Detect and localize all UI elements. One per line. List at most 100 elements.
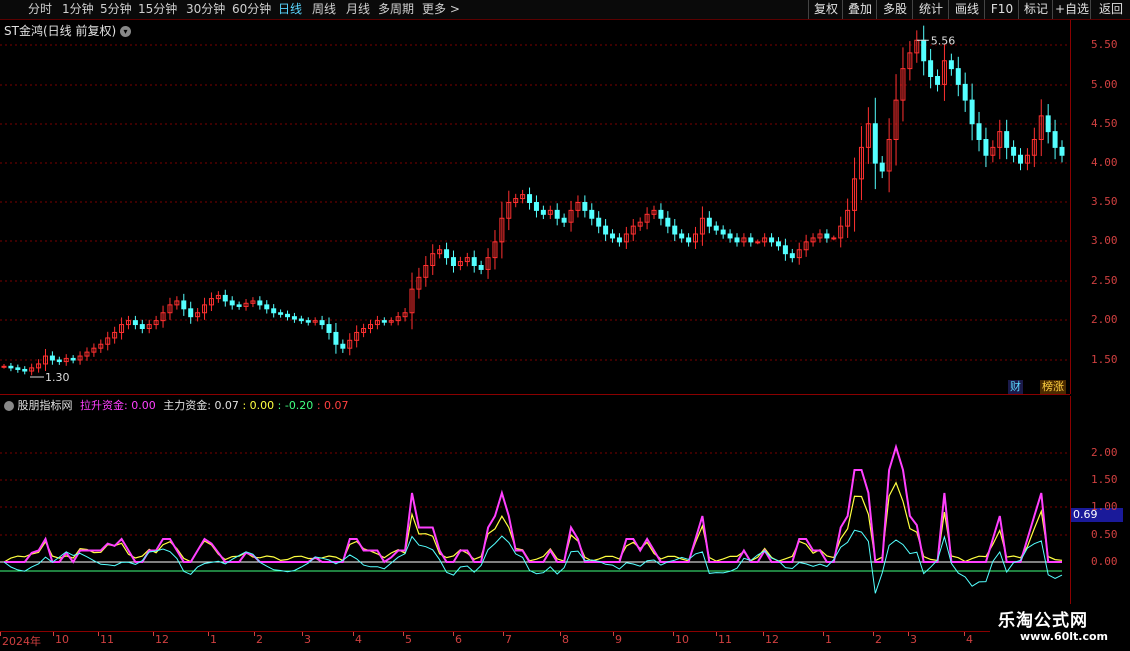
date-tick-label: 2: [256, 633, 263, 646]
candle-body: [222, 294, 228, 302]
candle-body: [229, 300, 235, 306]
candle-body: [285, 313, 291, 318]
date-tick: [53, 632, 54, 636]
candle-body: [969, 99, 975, 125]
date-axis: 2024年 10 11 12 1 2 3 4 5 6 7 8 9 10 11 12 1 2 3 4: [0, 631, 1130, 651]
candle-body: [478, 265, 484, 270]
candle-body: [132, 320, 138, 326]
date-tick: [403, 632, 404, 636]
candle-body: [554, 209, 560, 219]
price-tick-label: 1.50: [1091, 353, 1118, 366]
candle-body: [686, 237, 692, 243]
date-tick: [908, 632, 909, 636]
candle-body: [782, 245, 788, 255]
candle-body: [540, 209, 546, 215]
candle-body: [679, 233, 685, 239]
candle-body: [706, 217, 712, 227]
candle-body: [589, 209, 595, 219]
candle-body: [333, 331, 339, 345]
candle-body: [955, 68, 961, 85]
candle-body: [305, 320, 311, 323]
price-tick-label: 3.50: [1091, 195, 1118, 208]
watermark-url: www.60lt.com: [1020, 630, 1109, 643]
candle-body: [298, 318, 304, 322]
candle-body: [340, 343, 346, 349]
candle-body: [734, 237, 740, 243]
watermark: 乐淘公式网 www.60lt.com: [990, 604, 1130, 650]
candlestick-chart[interactable]: 5.56 1.30: [0, 0, 1070, 630]
date-tick-label: 12: [765, 633, 779, 646]
toolbar-button-8[interactable]: 返回: [1090, 0, 1130, 19]
date-tick-label: 3: [304, 633, 311, 646]
low-label: 1.30: [45, 371, 70, 384]
date-tick-label: 11: [100, 633, 114, 646]
date-tick: [153, 632, 154, 636]
rank-badge[interactable]: 榜涨: [1040, 380, 1066, 394]
finance-badge[interactable]: 财: [1008, 380, 1023, 394]
candle-body: [181, 300, 187, 310]
candle-body: [789, 253, 795, 259]
candle-body: [70, 357, 76, 361]
candle-body: [1045, 115, 1051, 133]
price-tick-label: 2.00: [1091, 313, 1118, 326]
date-tick-label: 4: [966, 633, 973, 646]
candle-body: [291, 316, 297, 320]
date-tick-label: 10: [675, 633, 689, 646]
candle-body: [748, 237, 754, 243]
candle-body: [450, 257, 456, 266]
date-tick-label: 11: [718, 633, 732, 646]
indicator-tick-label: 1.00: [1091, 500, 1118, 513]
date-tick: [763, 632, 764, 636]
date-tick: [254, 632, 255, 636]
candle-body: [471, 257, 477, 266]
price-tick-label: 3.00: [1091, 234, 1118, 247]
price-tick-label: 4.50: [1091, 117, 1118, 130]
candle-body: [326, 324, 332, 333]
candle-body: [976, 123, 982, 140]
candle-body: [257, 300, 263, 306]
date-tick: [503, 632, 504, 636]
date-tick: [98, 632, 99, 636]
date-tick: [208, 632, 209, 636]
candle-body: [727, 233, 733, 239]
candle-body: [49, 355, 55, 361]
candle-body: [720, 229, 726, 235]
date-tick: [353, 632, 354, 636]
candle-body: [672, 225, 678, 235]
candle-body: [56, 359, 62, 363]
date-tick: [613, 632, 614, 636]
candle-body: [8, 365, 14, 369]
date-tick: [673, 632, 674, 636]
candle-body: [236, 304, 242, 307]
indicator-tick-label: 1.50: [1091, 473, 1118, 486]
date-tick: [716, 632, 717, 636]
date-tick-label: 5: [405, 633, 412, 646]
candle-body: [769, 237, 775, 243]
date-tick: [0, 632, 1, 636]
date-tick-label: 9: [615, 633, 622, 646]
date-tick-label: 1: [210, 633, 217, 646]
date-tick: [453, 632, 454, 636]
price-tick-label: 2.50: [1091, 274, 1118, 287]
candle-body: [658, 209, 664, 219]
candle-body: [603, 225, 609, 235]
indicator-tick-label: 0.00: [1091, 555, 1118, 568]
candle-body: [1, 365, 7, 368]
candle-body: [444, 249, 450, 259]
candle-body: [381, 320, 387, 323]
date-tick-label: 10: [55, 633, 69, 646]
candle-body: [1011, 146, 1017, 156]
date-tick-label: 3: [910, 633, 917, 646]
candle-body: [824, 233, 830, 239]
date-tick-label: 1: [825, 633, 832, 646]
candle-body: [872, 123, 878, 164]
candle-body: [1018, 154, 1024, 164]
indicator-tick-label: 2.00: [1091, 446, 1118, 459]
date-tick-label: 2024年: [2, 635, 41, 648]
date-tick: [873, 632, 874, 636]
candle-body: [928, 60, 934, 77]
candle-body: [616, 237, 622, 243]
candle-body: [921, 39, 927, 62]
candle-body: [755, 241, 761, 244]
date-tick-label: 8: [562, 633, 569, 646]
